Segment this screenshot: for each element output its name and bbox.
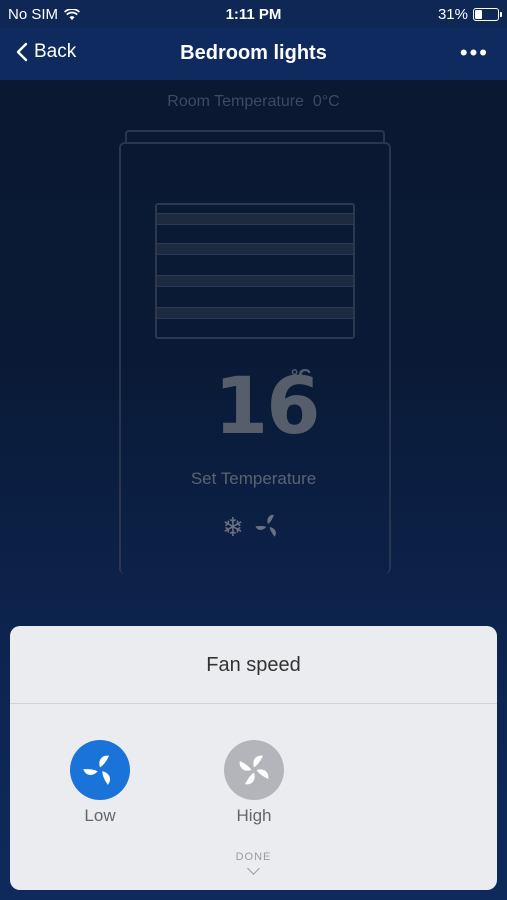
divider: [10, 703, 497, 704]
mode-icons: ❄: [222, 512, 282, 543]
vent-slat: [157, 213, 353, 225]
fan-icon: [255, 514, 276, 537]
clock: 1:11 PM: [225, 6, 282, 23]
battery-status: 31%: [437, 6, 502, 23]
set-temperature-unit: °C: [291, 366, 312, 386]
battery-fill: [475, 10, 483, 19]
nav-bar: Back Bedroom lights •••: [0, 28, 507, 80]
done-button[interactable]: DONE: [10, 851, 497, 875]
room-temperature: Room Temperature 0°C: [0, 93, 507, 111]
ac-vent: [155, 203, 355, 339]
room-temperature-label: Room Temperature: [167, 93, 304, 110]
room-temperature-value: 0°C: [312, 93, 340, 110]
fan-speed-low-button[interactable]: [70, 740, 130, 800]
set-temperature-label: Set Temperature: [190, 469, 317, 488]
more-icon[interactable]: •••: [460, 40, 489, 66]
fan-speed-high-button[interactable]: [224, 740, 284, 800]
battery-icon: [473, 8, 502, 21]
fan-speed-low-option[interactable]: Low: [60, 740, 140, 826]
fan-speed-high-label: High: [236, 806, 272, 825]
fan-speed-high-option[interactable]: High: [214, 740, 294, 826]
fan-speed-low-label: Low: [84, 806, 116, 825]
battery-percent: 31%: [437, 6, 468, 23]
fan-speed-sheet: Fan speed Low High DONE: [10, 626, 497, 890]
snowflake-icon: ❄: [222, 512, 244, 542]
fan-icon: [83, 755, 111, 785]
vent-slat: [157, 307, 353, 319]
page-title: Bedroom lights: [180, 42, 327, 64]
fan-icon: [239, 755, 269, 785]
device-top: [125, 130, 385, 142]
chevron-down-icon: [247, 862, 260, 875]
vent-slat: [157, 243, 353, 255]
status-bar: No SIM 1:11 PM 31%: [0, 0, 507, 28]
vent-slat: [157, 275, 353, 287]
sheet-title: Fan speed: [206, 654, 301, 676]
